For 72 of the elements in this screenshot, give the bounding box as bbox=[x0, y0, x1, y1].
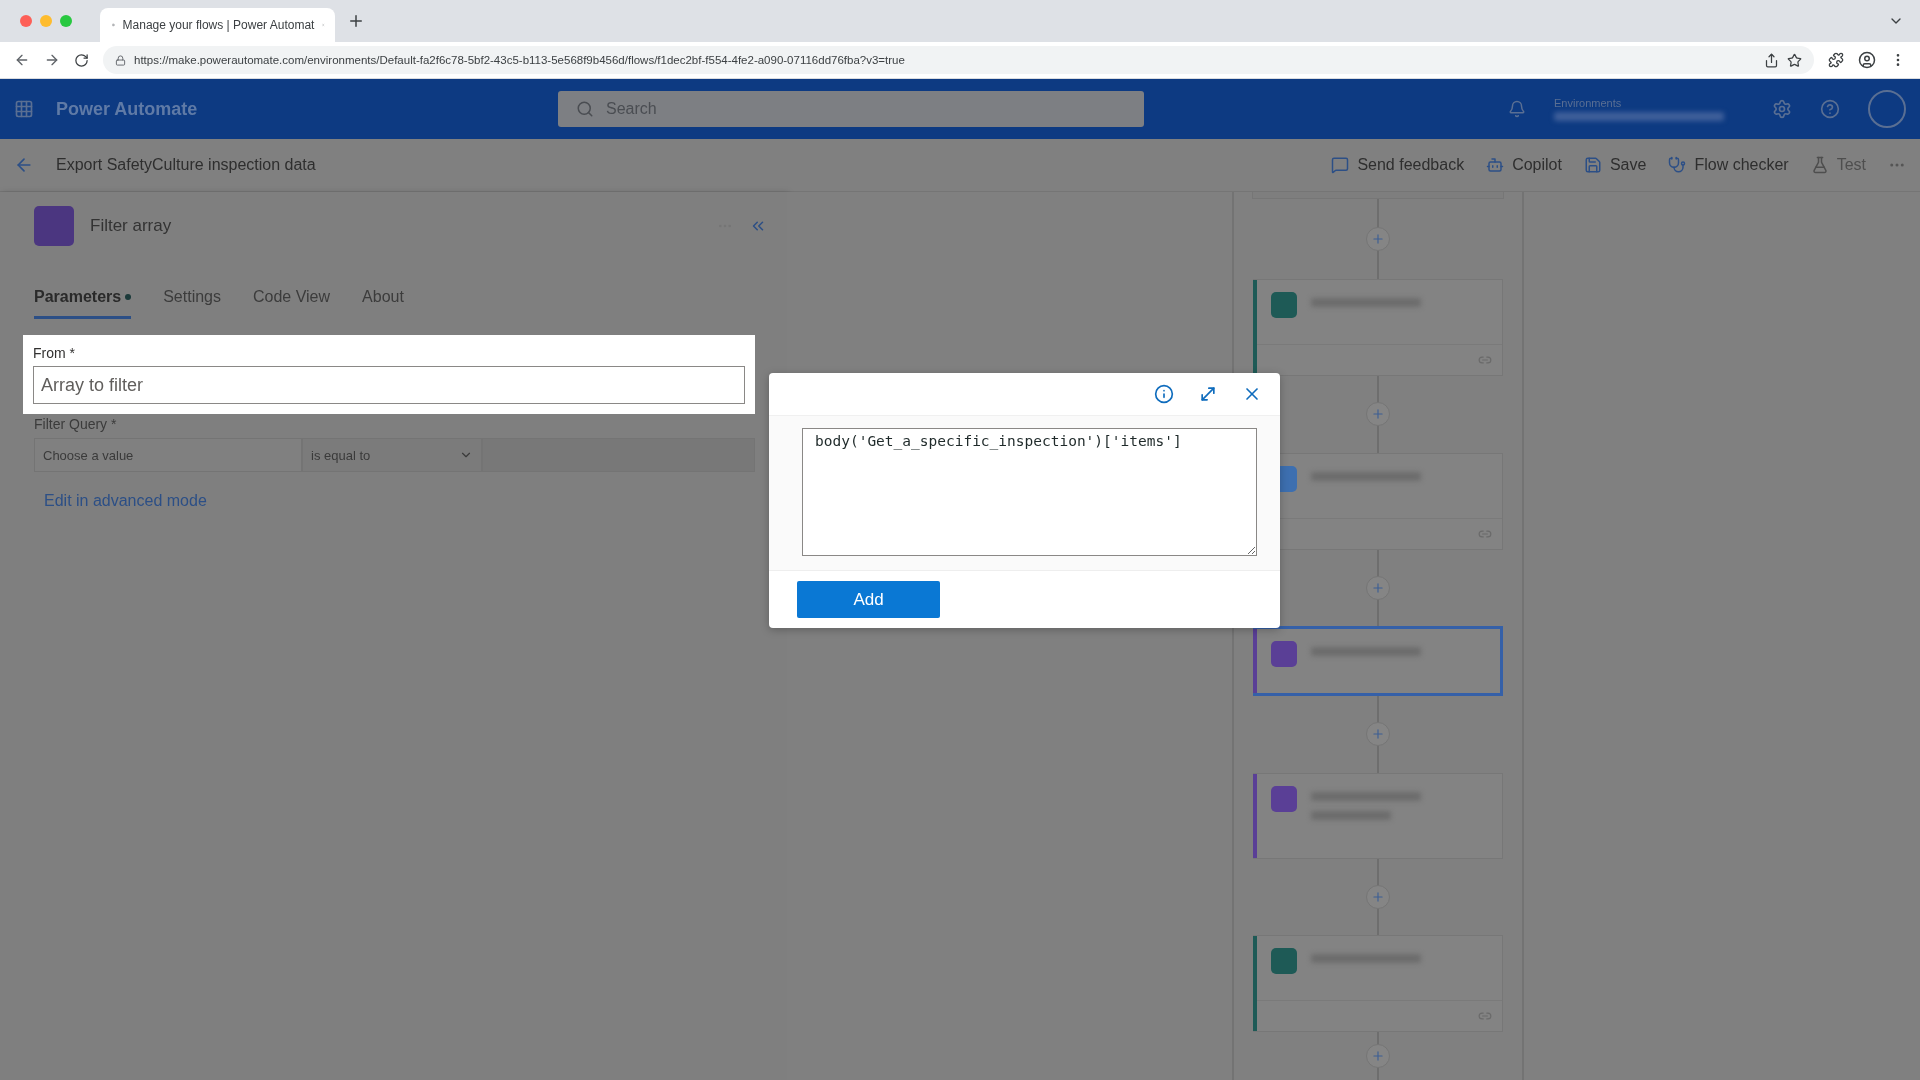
app-launcher-icon[interactable] bbox=[14, 99, 34, 119]
flow-node[interactable] bbox=[1253, 772, 1503, 859]
insert-step-button[interactable] bbox=[1366, 402, 1390, 427]
flow-node[interactable] bbox=[1253, 626, 1503, 697]
notifications-icon[interactable] bbox=[1508, 100, 1526, 118]
reload-button[interactable] bbox=[74, 52, 89, 68]
value-input-field[interactable]: Choose a value bbox=[34, 438, 302, 472]
browser-tab[interactable]: Manage your flows | Power Automat bbox=[100, 8, 335, 42]
operator-dropdown[interactable]: is equal to bbox=[302, 438, 482, 472]
expression-input-field[interactable]: body('Get_a_specific_inspection')['items'] bbox=[802, 428, 1257, 556]
advanced-mode-link[interactable]: Edit in advanced mode bbox=[44, 492, 207, 510]
forward-arrow-icon bbox=[44, 52, 60, 68]
insert-step-button[interactable] bbox=[1366, 1044, 1390, 1069]
field-label: From * bbox=[33, 345, 76, 361]
node-accent-bar bbox=[1253, 629, 1257, 694]
app-title: Power Automate bbox=[56, 98, 199, 120]
plus-icon bbox=[1371, 231, 1385, 246]
settings-icon[interactable] bbox=[1772, 99, 1792, 119]
back-button[interactable] bbox=[14, 52, 30, 68]
reload-icon bbox=[74, 52, 89, 68]
plus-icon bbox=[1371, 580, 1385, 595]
add-button[interactable]: Add bbox=[797, 581, 940, 618]
test-icon bbox=[1810, 156, 1829, 174]
insert-step-button[interactable] bbox=[1366, 575, 1390, 600]
flow-title: Export SafetyCulture inspection data bbox=[56, 156, 317, 174]
insert-step-button[interactable] bbox=[1366, 884, 1390, 909]
expand-button[interactable] bbox=[1198, 384, 1218, 404]
save-button[interactable]: Save bbox=[1583, 156, 1647, 174]
lock-icon bbox=[115, 54, 126, 66]
feedback-button[interactable]: Send feedback bbox=[1331, 156, 1465, 174]
info-icon bbox=[1154, 384, 1174, 404]
flow-node[interactable] bbox=[1253, 935, 1503, 1033]
panel-tab[interactable]: About bbox=[362, 288, 404, 319]
copilot-button[interactable]: Copilot bbox=[1486, 156, 1562, 174]
save-icon bbox=[1583, 156, 1602, 174]
action-icon bbox=[34, 206, 74, 246]
insert-step-button[interactable] bbox=[1366, 722, 1390, 747]
plus-icon bbox=[1371, 727, 1385, 742]
share-icon[interactable] bbox=[1764, 52, 1779, 68]
flow-node[interactable] bbox=[1253, 279, 1503, 377]
help-icon[interactable] bbox=[1820, 99, 1840, 119]
profile-button[interactable] bbox=[1858, 51, 1876, 69]
field-label: Filter Query * bbox=[34, 416, 118, 432]
checker-button[interactable]: Flow checker bbox=[1668, 156, 1789, 174]
address-bar[interactable]: https://make.powerautomate.com/environments/Default-fa2f6c78-5bf2-43c5-b113-5e568f9b456d/flows/f1dec2bf-f554-4fe2-a090-07116dd76fba?v3=true bbox=[103, 46, 1814, 74]
zoom-window-dot[interactable] bbox=[60, 15, 72, 27]
user-icon bbox=[1858, 51, 1876, 69]
insert-step-button[interactable] bbox=[1366, 226, 1390, 251]
extensions-button[interactable] bbox=[1828, 52, 1844, 68]
search-icon bbox=[576, 100, 594, 118]
bookmark-star-icon[interactable] bbox=[1787, 52, 1802, 68]
puzzle-icon bbox=[1828, 52, 1844, 68]
forward-button[interactable] bbox=[44, 52, 60, 68]
feedback-icon bbox=[1331, 156, 1350, 174]
new-tab-button[interactable] bbox=[347, 12, 365, 30]
user-avatar[interactable] bbox=[1868, 90, 1906, 128]
panel-title: Filter array bbox=[90, 216, 173, 236]
info-button[interactable] bbox=[1154, 384, 1174, 404]
from-input-field[interactable]: Array to filter bbox=[33, 366, 745, 404]
plus-icon bbox=[1371, 1049, 1385, 1064]
panel-tab[interactable]: Code View bbox=[253, 288, 331, 319]
environment-label: Environments bbox=[1554, 97, 1623, 109]
plus-icon bbox=[1371, 407, 1385, 422]
close-window-dot[interactable] bbox=[20, 15, 32, 27]
plus-icon bbox=[1371, 889, 1385, 904]
plus-icon bbox=[347, 12, 365, 30]
minimize-window-dot[interactable] bbox=[40, 15, 52, 27]
copilot-icon bbox=[1486, 156, 1505, 174]
panel-tab[interactable]: Parameters bbox=[34, 288, 132, 319]
expand-icon bbox=[1198, 384, 1218, 404]
checker-icon bbox=[1668, 156, 1687, 174]
panel-tab[interactable]: Settings bbox=[163, 288, 221, 319]
